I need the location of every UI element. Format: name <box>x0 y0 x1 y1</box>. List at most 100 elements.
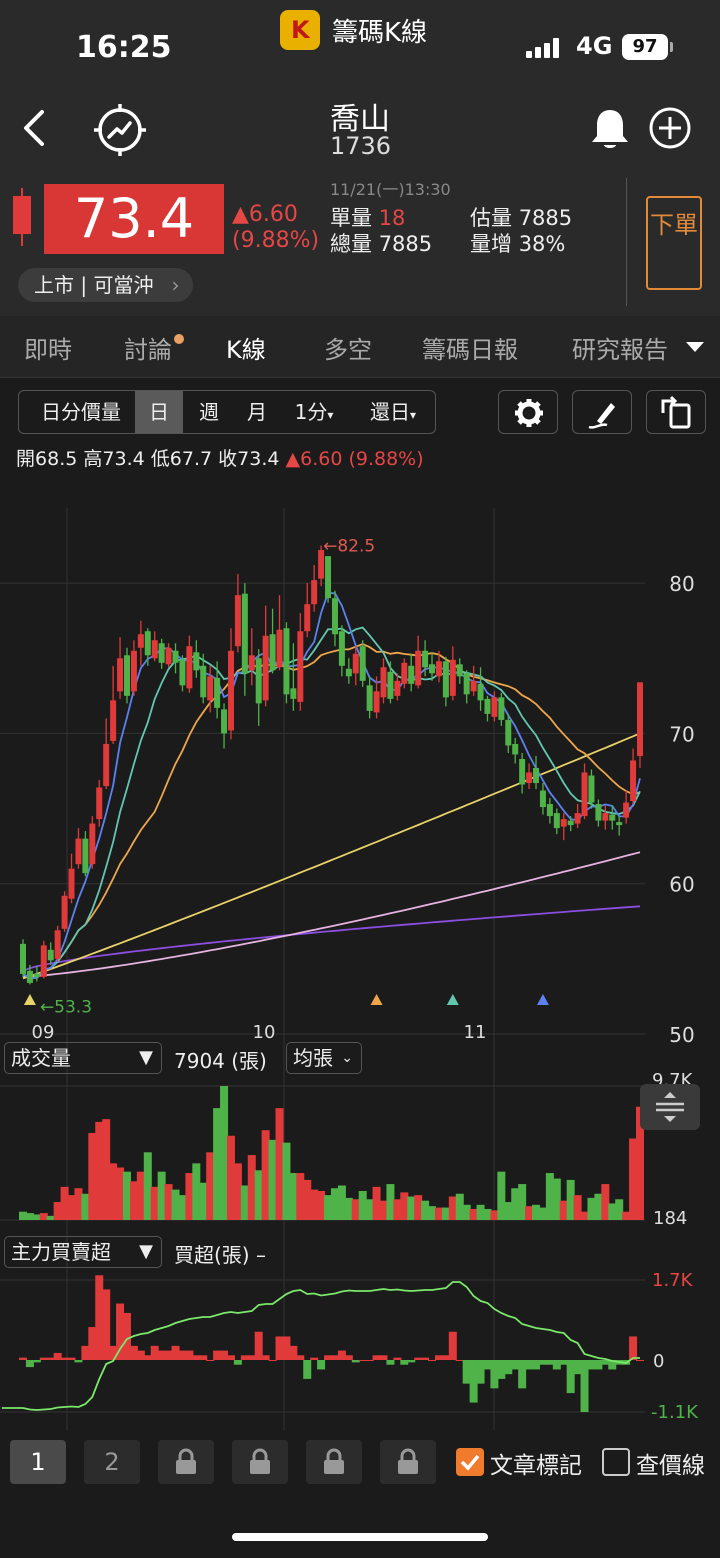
candle-body <box>290 688 297 699</box>
period-minute-select[interactable]: 1分▾ <box>283 391 345 433</box>
draw-button[interactable] <box>572 390 632 434</box>
kline-chart[interactable]: 8070605009 10 11←82.5←53.39.7K1841.7K0-1.1… <box>0 490 720 1440</box>
candle-body <box>200 665 207 698</box>
volume-bar <box>178 1195 187 1220</box>
main-force-bar <box>88 1327 97 1360</box>
volume-indicator-select[interactable]: 成交量 ▼ <box>4 1042 162 1074</box>
back-icon[interactable] <box>16 108 56 148</box>
bell-icon[interactable] <box>588 106 632 152</box>
volume-bar <box>337 1185 346 1220</box>
order-button[interactable]: 下單 <box>646 196 702 290</box>
volume-bar <box>407 1196 416 1220</box>
main-force-bar <box>476 1360 485 1384</box>
candle-body <box>89 823 96 865</box>
volume-bar <box>109 1163 118 1220</box>
market-tag-button[interactable]: 上市 | 可當沖 › <box>18 268 194 302</box>
layout-page-2[interactable]: 2 <box>84 1440 140 1484</box>
mini-candle-icon <box>13 188 31 246</box>
layout-page-1[interactable]: 1 <box>10 1440 66 1484</box>
volume-mode-select[interactable]: 均張 ⌄ <box>286 1042 362 1074</box>
candle-body <box>429 664 436 674</box>
candle-body <box>539 790 546 808</box>
main-force-bar <box>240 1355 249 1360</box>
main-force-bar <box>545 1360 554 1365</box>
candle-body <box>193 652 200 671</box>
main-force-value: 買超(張) – <box>174 1243 266 1267</box>
article-mark-label: 文章標記 <box>490 1453 582 1479</box>
tab-long-short[interactable]: 多空 <box>324 330 372 365</box>
total-volume: 總量 7885 <box>330 232 433 256</box>
locked-page-5[interactable] <box>306 1440 362 1484</box>
candle-body <box>553 813 560 829</box>
main-force-bars <box>19 1275 644 1412</box>
add-watchlist-icon[interactable] <box>648 106 692 150</box>
candle-body <box>207 676 214 701</box>
radar-icon[interactable] <box>92 102 148 158</box>
candle-body <box>130 650 137 692</box>
candle-body <box>151 640 158 659</box>
quote-datetime: 11/21(一)13:30 <box>330 180 451 199</box>
app-name: 籌碼K線 <box>332 17 428 48</box>
main-force-bar <box>455 1360 464 1361</box>
volume-bar <box>365 1199 374 1220</box>
adjust-select[interactable]: 還日▾ <box>355 391 431 433</box>
volume-bar <box>448 1196 457 1220</box>
tab-more-dropdown-icon[interactable] <box>670 316 720 377</box>
volume-bar <box>504 1202 513 1220</box>
app-title: K 籌碼K線 <box>280 10 427 50</box>
rotate-button[interactable] <box>646 390 706 434</box>
tab-realtime[interactable]: 即時 <box>24 330 72 365</box>
candle-body <box>352 653 359 674</box>
candle-body <box>609 814 616 821</box>
volume-bar <box>129 1181 138 1220</box>
locked-page-6[interactable] <box>380 1440 436 1484</box>
volume-bar <box>344 1197 353 1220</box>
volume-bar <box>372 1186 381 1220</box>
main-force-bar <box>469 1360 478 1403</box>
period-day-button[interactable]: 日 <box>135 391 183 433</box>
lock-icon <box>398 1448 418 1474</box>
volume-bar <box>629 1138 638 1220</box>
tab-kline[interactable]: K線 <box>226 330 266 365</box>
locked-page-3[interactable] <box>158 1440 214 1484</box>
main-force-bar <box>511 1360 520 1370</box>
volume-bar <box>303 1179 312 1220</box>
main-force-bar <box>629 1336 638 1360</box>
notification-dot <box>174 334 184 344</box>
period-week-button[interactable]: 週 <box>185 391 233 433</box>
volume-bar <box>511 1188 520 1220</box>
pen-icon <box>588 403 615 429</box>
tab-chip-daily[interactable]: 籌碼日報 <box>422 330 518 365</box>
main-force-bar <box>247 1355 256 1360</box>
price-line-checkbox[interactable] <box>602 1448 630 1476</box>
volume-bar <box>32 1214 41 1220</box>
main-force-bar <box>518 1360 527 1389</box>
main-force-bar <box>330 1355 339 1360</box>
volume-bar <box>469 1208 478 1220</box>
settings-button[interactable] <box>498 390 558 434</box>
main-force-indicator-select[interactable]: 主力買賣超 ▼ <box>4 1236 162 1268</box>
candle-body <box>602 813 609 821</box>
volume-bar <box>116 1167 125 1220</box>
main-force-bar <box>303 1360 312 1379</box>
candle-body <box>276 629 283 668</box>
resize-handle-icon[interactable] <box>640 1084 700 1130</box>
locked-page-4[interactable] <box>232 1440 288 1484</box>
main-force-bar <box>136 1350 145 1360</box>
candle-body <box>546 804 553 817</box>
home-indicator <box>232 1533 488 1541</box>
candle-body <box>68 868 75 899</box>
candle-body <box>574 813 581 824</box>
candle-body <box>484 698 491 714</box>
volume-bar <box>594 1193 603 1220</box>
candle-body <box>103 743 110 787</box>
main-force-bar <box>636 1360 644 1361</box>
main-force-bar <box>566 1360 575 1394</box>
tab-discussion[interactable]: 討論 <box>124 330 184 365</box>
tab-research[interactable]: 研究報告 <box>572 330 668 365</box>
candle-body <box>463 673 470 695</box>
period-month-button[interactable]: 月 <box>233 391 281 433</box>
article-mark-checkbox[interactable] <box>456 1448 484 1476</box>
candle-body <box>331 598 338 635</box>
daily-minute-volume-button[interactable]: 日分價量 <box>25 391 137 433</box>
